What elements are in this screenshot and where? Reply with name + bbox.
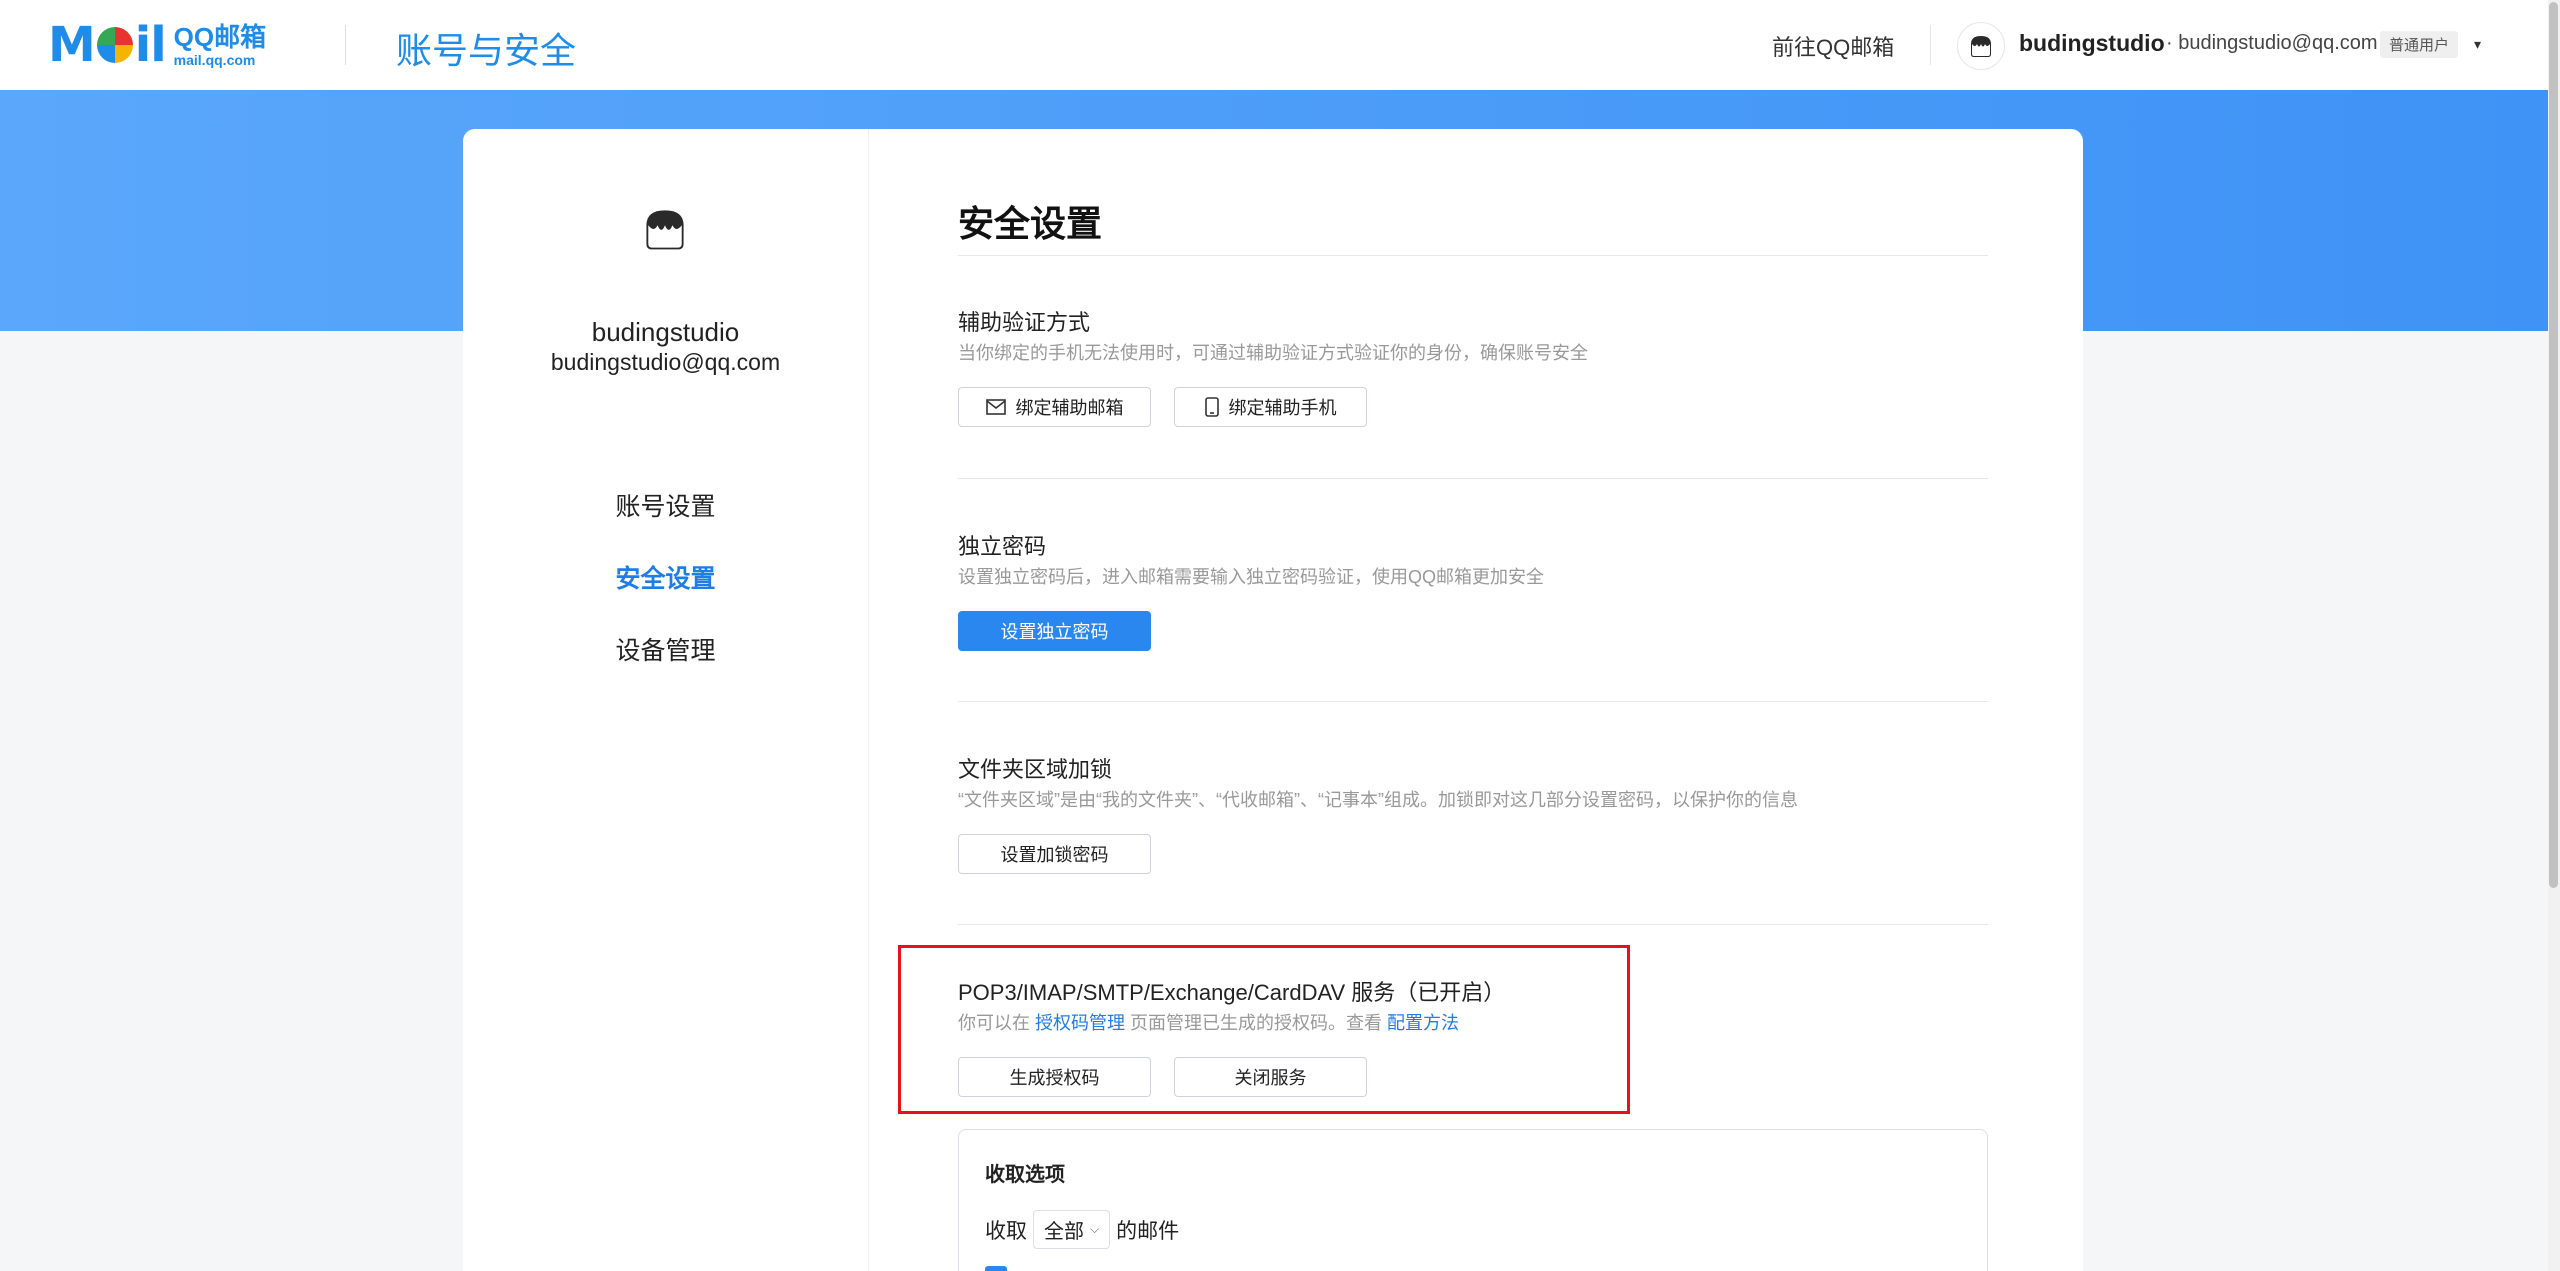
scrollbar-thumb[interactable]: [2549, 2, 2558, 888]
user-email: · budingstudio@qq.com: [2166, 32, 2378, 54]
receive-options-row: 收取 全部 ⌵ 的邮件: [985, 1210, 1179, 1249]
logo-mark: Mil: [48, 17, 167, 73]
set-independent-password-button[interactable]: 设置独立密码: [958, 611, 1151, 651]
divider: [958, 478, 1988, 479]
user-divider: [1930, 25, 1931, 65]
folder-lock-desc: “文件夹区域”是由“我的文件夹”、“代收邮箱”、“记事本”组成。加锁即对这几部分…: [958, 790, 1798, 810]
mail-icon: [985, 399, 1006, 415]
qq-mail-logo[interactable]: Mil QQ邮箱 mail.qq.com: [48, 17, 267, 73]
user-name[interactable]: budingstudio: [2019, 30, 2165, 57]
folder-lock-title: 文件夹区域加锁: [958, 757, 1113, 782]
receive-options-title: 收取选项: [985, 1164, 1065, 1186]
sidebar: budingstudio budingstudio@qq.com 账号设置 安全…: [463, 129, 869, 1271]
independent-password-desc: 设置独立密码后，进入邮箱需要输入独立密码验证，使用QQ邮箱更加安全: [958, 567, 1544, 587]
sidebar-item-account-settings[interactable]: 账号设置: [463, 487, 868, 523]
aux-verify-desc: 当你绑定的手机无法使用时，可通过辅助验证方式验证你的身份，确保账号安全: [958, 343, 1588, 363]
divider: [958, 255, 1988, 256]
pudding-icon: [1971, 36, 1991, 57]
divider: [958, 924, 1988, 925]
phone-icon: [1204, 397, 1219, 417]
receive-range-select[interactable]: 全部 ⌵: [1033, 1210, 1111, 1249]
account-dropdown-icon[interactable]: ▾: [2474, 36, 2481, 53]
pudding-avatar-icon: [646, 210, 684, 250]
independent-password-title: 独立密码: [958, 534, 1047, 559]
divider: [958, 701, 1988, 702]
highlight-annotation: [898, 945, 1630, 1114]
logo-brand: QQ邮箱: [173, 21, 267, 52]
user-type-badge: 普通用户: [2380, 31, 2459, 58]
page-title: 账号与安全: [396, 30, 577, 71]
goto-qqmail-link[interactable]: 前往QQ邮箱: [1772, 30, 1894, 62]
logo-domain: mail.qq.com: [173, 51, 256, 68]
bind-aux-email-button[interactable]: 绑定辅助邮箱: [958, 387, 1151, 427]
sidebar-username: budingstudio: [591, 317, 740, 347]
receive-options-panel: 收取选项 收取 全部 ⌵ 的邮件: [958, 1129, 1988, 1271]
aux-verify-title: 辅助验证方式: [958, 310, 1091, 335]
logo-ring-icon: [96, 27, 133, 63]
sidebar-item-device-management[interactable]: 设备管理: [463, 631, 868, 667]
set-lock-password-button[interactable]: 设置加锁密码: [958, 834, 1151, 874]
receive-option-checkbox[interactable]: [985, 1266, 1007, 1271]
header-divider: [345, 25, 346, 65]
section-heading: 安全设置: [958, 203, 1103, 244]
chevron-down-icon: ⌵: [1090, 1222, 1100, 1236]
sidebar-item-security-settings[interactable]: 安全设置: [463, 559, 868, 595]
sidebar-email: budingstudio@qq.com: [550, 349, 781, 375]
bind-aux-phone-button[interactable]: 绑定辅助手机: [1174, 387, 1367, 427]
top-bar: Mil QQ邮箱 mail.qq.com 账号与安全 前往QQ邮箱 buding…: [0, 0, 2548, 90]
avatar[interactable]: [1957, 22, 2005, 70]
